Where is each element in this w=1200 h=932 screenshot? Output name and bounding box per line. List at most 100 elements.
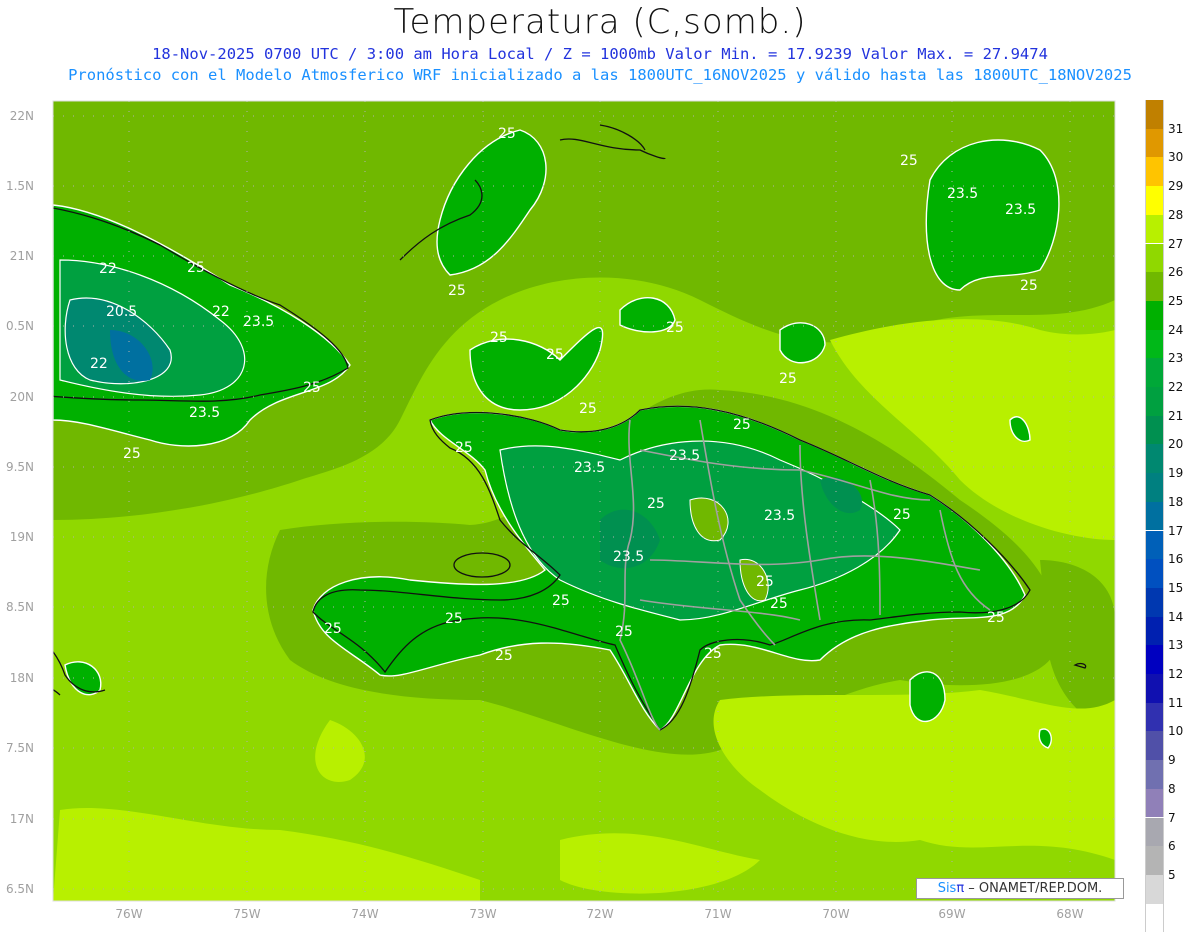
color-scale-label: 30 bbox=[1168, 150, 1184, 165]
lon-label: 75W bbox=[233, 907, 260, 921]
color-scale-box bbox=[1145, 128, 1164, 158]
color-scale-label: 6 bbox=[1168, 839, 1176, 854]
color-scale-box bbox=[1145, 530, 1164, 560]
lat-label: 22N bbox=[10, 109, 34, 123]
lat-label: 20N bbox=[10, 390, 34, 404]
color-scale-label: 24 bbox=[1168, 322, 1184, 337]
color-scale-box bbox=[1145, 760, 1164, 789]
color-scale-label: 20 bbox=[1168, 437, 1184, 452]
color-scale-label: 11 bbox=[1168, 695, 1184, 710]
color-scale-box bbox=[1145, 616, 1164, 646]
contour-label: 25 bbox=[987, 610, 1005, 626]
contour-label: 25 bbox=[733, 417, 751, 433]
lat-label: 0.5N bbox=[6, 319, 34, 333]
lon-label: 70W bbox=[822, 907, 849, 921]
contour-label: 25 bbox=[445, 611, 463, 627]
contour-label: 25 bbox=[893, 507, 911, 523]
contour-label: 23.5 bbox=[574, 460, 605, 476]
color-scale-box bbox=[1145, 272, 1164, 301]
color-scale-label: 13 bbox=[1168, 638, 1184, 653]
color-scale-box bbox=[1145, 702, 1164, 732]
color-scale-box bbox=[1145, 243, 1164, 273]
contour-label: 25 bbox=[704, 646, 722, 662]
color-scale-box bbox=[1145, 559, 1164, 588]
contour-label: 25 bbox=[546, 347, 564, 363]
color-scale-box bbox=[1145, 214, 1164, 244]
lat-label: 6.5N bbox=[6, 882, 34, 896]
color-scale-label: 19 bbox=[1168, 466, 1184, 481]
contour-label: 25 bbox=[495, 648, 513, 664]
lon-label: 72W bbox=[586, 907, 613, 921]
lat-label: 19N bbox=[10, 530, 34, 544]
color-scale-label: 28 bbox=[1168, 207, 1184, 222]
contour-label: 25 bbox=[324, 621, 342, 637]
contour-label: 25 bbox=[900, 153, 918, 169]
color-scale-label: 12 bbox=[1168, 667, 1184, 681]
lat-label: 1.5N bbox=[6, 179, 34, 193]
color-scale-box bbox=[1145, 645, 1164, 674]
color-scale-label: 9 bbox=[1168, 753, 1176, 768]
color-scale-label: 25 bbox=[1168, 293, 1184, 308]
lat-label: 17N bbox=[10, 812, 34, 826]
lon-label: 69W bbox=[938, 907, 965, 921]
color-scale-box bbox=[1145, 358, 1164, 387]
color-scale-box bbox=[1145, 444, 1164, 474]
credit-box: Sisπ – ONAMET/REP.DOM. bbox=[916, 878, 1124, 899]
color-scale-label: 21 bbox=[1168, 408, 1184, 423]
color-scale-label: 16 bbox=[1168, 552, 1184, 567]
contour-label: 25 bbox=[490, 330, 508, 346]
contour-label: 22 bbox=[99, 261, 117, 277]
color-scale-label: 26 bbox=[1168, 265, 1184, 280]
color-scale-box bbox=[1145, 817, 1164, 847]
contour-label: 25 bbox=[770, 596, 788, 612]
latitude-axis: 22N 1.5N 21N 0.5N 20N 9.5N 19N 8.5N 18N … bbox=[6, 109, 34, 896]
contour-label: 25 bbox=[615, 624, 633, 640]
sispi-logo-text: Sis bbox=[937, 881, 957, 896]
color-scale-box bbox=[1145, 501, 1164, 531]
contour-label: 23.5 bbox=[189, 405, 220, 421]
contour-label: 25 bbox=[1020, 278, 1038, 294]
color-scale-box bbox=[1145, 186, 1164, 215]
contour-label: 25 bbox=[303, 380, 321, 396]
color-scale-label: 15 bbox=[1168, 580, 1184, 595]
color-scale-box bbox=[1145, 587, 1164, 617]
color-scale-box bbox=[1145, 903, 1164, 932]
contour-label: 25 bbox=[552, 593, 570, 609]
lon-label: 74W bbox=[351, 907, 378, 921]
contour-label: 25 bbox=[123, 446, 141, 462]
lat-label: 21N bbox=[10, 249, 34, 263]
color-scale-label: 5 bbox=[1168, 867, 1176, 882]
sispi-logo-pi: π bbox=[956, 881, 965, 896]
longitude-axis: 76W 75W 74W 73W 72W 71W 70W 69W 68W bbox=[115, 907, 1083, 921]
color-scale-label: 23 bbox=[1168, 351, 1184, 366]
contour-label: 25 bbox=[666, 320, 684, 336]
color-scale-label: 7 bbox=[1168, 810, 1176, 825]
contour-label: 22 bbox=[212, 304, 230, 320]
color-scale-box bbox=[1145, 415, 1164, 445]
lat-label: 9.5N bbox=[6, 460, 34, 474]
color-scale-label: 29 bbox=[1168, 179, 1184, 194]
color-scale-box bbox=[1145, 387, 1164, 416]
credit-text: – ONAMET/REP.DOM. bbox=[964, 881, 1103, 896]
lon-label: 76W bbox=[115, 907, 142, 921]
contour-label: 25 bbox=[498, 126, 516, 142]
color-scale-box bbox=[1145, 731, 1164, 761]
contour-label: 20.5 bbox=[106, 304, 137, 320]
color-scale-label: 31 bbox=[1168, 121, 1184, 136]
contour-label: 23.5 bbox=[669, 448, 700, 464]
lon-label: 68W bbox=[1056, 907, 1083, 921]
lon-label: 71W bbox=[704, 907, 731, 921]
contour-label: 23.5 bbox=[1005, 202, 1036, 218]
color-scale-label: 27 bbox=[1168, 236, 1184, 251]
contour-label: 25 bbox=[756, 574, 774, 590]
contour-label: 25 bbox=[455, 440, 473, 456]
contour-label: 25 bbox=[647, 496, 665, 512]
lat-label: 7.5N bbox=[6, 741, 34, 755]
contour-label: 25 bbox=[579, 401, 597, 417]
contour-label: 25 bbox=[187, 260, 205, 276]
color-scale-box bbox=[1145, 329, 1164, 359]
lat-label: 18N bbox=[10, 671, 34, 685]
contour-label: 23.5 bbox=[764, 508, 795, 524]
temperature-map: 25 25 23.5 23.5 25 25 22 25 20.5 22 23.5… bbox=[6, 100, 1116, 921]
contour-label: 25 bbox=[448, 283, 466, 299]
